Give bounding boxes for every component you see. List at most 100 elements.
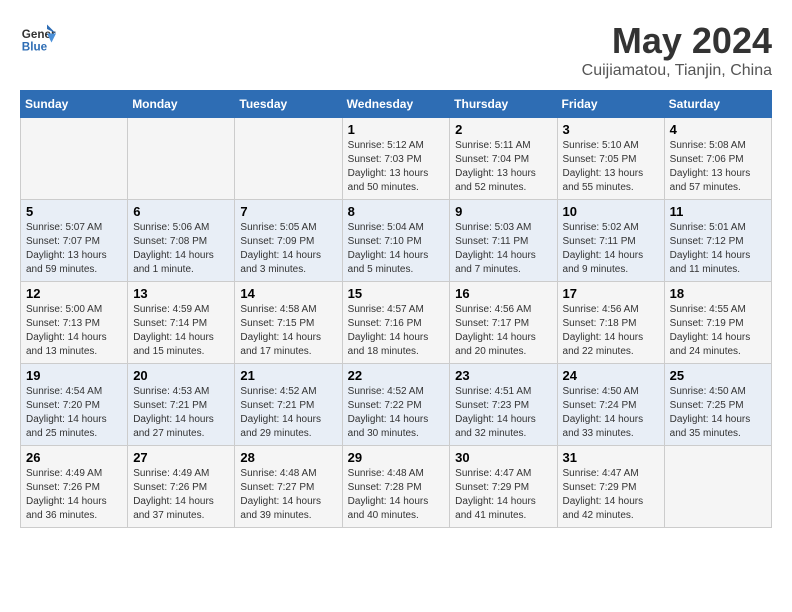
day-number: 30 xyxy=(455,450,551,465)
calendar-cell: 21 Sunrise: 4:52 AM Sunset: 7:21 PM Dayli… xyxy=(235,364,342,446)
calendar-cell: 28 Sunrise: 4:48 AM Sunset: 7:27 PM Dayli… xyxy=(235,446,342,528)
day-info: Sunrise: 4:49 AM Sunset: 7:26 PM Dayligh… xyxy=(133,467,229,523)
calendar-cell: 23 Sunrise: 4:51 AM Sunset: 7:23 PM Dayli… xyxy=(450,364,557,446)
calendar-cell: 24 Sunrise: 4:50 AM Sunset: 7:24 PM Dayli… xyxy=(557,364,664,446)
day-info: Sunrise: 4:47 AM Sunset: 7:29 PM Dayligh… xyxy=(455,467,551,523)
day-number: 2 xyxy=(455,122,551,137)
day-number: 13 xyxy=(133,286,229,301)
day-info: Sunrise: 4:58 AM Sunset: 7:15 PM Dayligh… xyxy=(240,303,336,359)
calendar-cell: 15Sunrise: 4:57 AM Sunset: 7:16 PM Dayli… xyxy=(342,282,450,364)
day-number: 20 xyxy=(133,368,229,383)
weekday-header-tuesday: Tuesday xyxy=(235,91,342,118)
weekday-header-sunday: Sunday xyxy=(21,91,128,118)
day-info: Sunrise: 5:12 AM Sunset: 7:03 PM Dayligh… xyxy=(348,139,445,195)
calendar-cell xyxy=(128,118,235,200)
calendar-cell: 22 Sunrise: 4:52 AM Sunset: 7:22 PM Dayli… xyxy=(342,364,450,446)
calendar-cell xyxy=(664,446,771,528)
day-info: Sunrise: 5:10 AM Sunset: 7:05 PM Dayligh… xyxy=(563,139,659,195)
svg-text:Blue: Blue xyxy=(22,41,48,54)
day-info: Sunrise: 5:03 AM Sunset: 7:11 PM Dayligh… xyxy=(455,221,551,277)
week-row-3: 12 Sunrise: 5:00 AM Sunset: 7:13 PM Dayli… xyxy=(21,282,772,364)
day-info: Sunrise: 4:52 AM Sunset: 7:22 PM Dayligh… xyxy=(348,385,445,441)
week-row-4: 19Sunrise: 4:54 AM Sunset: 7:20 PM Dayli… xyxy=(21,364,772,446)
day-number: 21 xyxy=(240,368,336,383)
day-number: 11 xyxy=(670,204,766,219)
day-number: 15 xyxy=(348,286,445,301)
calendar-cell: 13 Sunrise: 4:59 AM Sunset: 7:14 PM Dayli… xyxy=(128,282,235,364)
day-info: Sunrise: 5:08 AM Sunset: 7:06 PM Dayligh… xyxy=(670,139,766,195)
day-number: 14 xyxy=(240,286,336,301)
calendar-cell: 17Sunrise: 4:56 AM Sunset: 7:18 PM Dayli… xyxy=(557,282,664,364)
day-number: 16 xyxy=(455,286,551,301)
day-number: 9 xyxy=(455,204,551,219)
calendar-cell: 3Sunrise: 5:10 AM Sunset: 7:05 PM Daylig… xyxy=(557,118,664,200)
calendar-cell: 26 Sunrise: 4:49 AM Sunset: 7:26 PM Dayli… xyxy=(21,446,128,528)
calendar-table: SundayMondayTuesdayWednesdayThursdayFrid… xyxy=(20,90,772,528)
day-info: Sunrise: 4:54 AM Sunset: 7:20 PM Dayligh… xyxy=(26,385,122,441)
day-number: 12 xyxy=(26,286,122,301)
logo-icon: General Blue xyxy=(20,20,56,56)
day-info: Sunrise: 4:59 AM Sunset: 7:14 PM Dayligh… xyxy=(133,303,229,359)
day-info: Sunrise: 4:48 AM Sunset: 7:28 PM Dayligh… xyxy=(348,467,445,523)
calendar-cell: 29 Sunrise: 4:48 AM Sunset: 7:28 PM Dayli… xyxy=(342,446,450,528)
calendar-cell: 30 Sunrise: 4:47 AM Sunset: 7:29 PM Dayli… xyxy=(450,446,557,528)
day-number: 26 xyxy=(26,450,122,465)
day-info: Sunrise: 5:07 AM Sunset: 7:07 PM Dayligh… xyxy=(26,221,122,277)
day-info: Sunrise: 4:48 AM Sunset: 7:27 PM Dayligh… xyxy=(240,467,336,523)
day-number: 24 xyxy=(563,368,659,383)
day-number: 6 xyxy=(133,204,229,219)
calendar-title: May 2024 xyxy=(582,20,772,62)
calendar-cell xyxy=(21,118,128,200)
day-info: Sunrise: 5:00 AM Sunset: 7:13 PM Dayligh… xyxy=(26,303,122,359)
day-number: 23 xyxy=(455,368,551,383)
calendar-cell: 25 Sunrise: 4:50 AM Sunset: 7:25 PM Dayli… xyxy=(664,364,771,446)
day-number: 10 xyxy=(563,204,659,219)
day-info: Sunrise: 5:04 AM Sunset: 7:10 PM Dayligh… xyxy=(348,221,445,277)
calendar-cell xyxy=(235,118,342,200)
day-info: Sunrise: 4:56 AM Sunset: 7:17 PM Dayligh… xyxy=(455,303,551,359)
day-number: 27 xyxy=(133,450,229,465)
weekday-header-friday: Friday xyxy=(557,91,664,118)
day-info: Sunrise: 4:51 AM Sunset: 7:23 PM Dayligh… xyxy=(455,385,551,441)
calendar-subtitle: Cuijiamatou, Tianjin, China xyxy=(582,62,772,80)
calendar-cell: 1Sunrise: 5:12 AM Sunset: 7:03 PM Daylig… xyxy=(342,118,450,200)
weekday-header-saturday: Saturday xyxy=(664,91,771,118)
calendar-cell: 12 Sunrise: 5:00 AM Sunset: 7:13 PM Dayli… xyxy=(21,282,128,364)
day-number: 17 xyxy=(563,286,659,301)
calendar-cell: 11 Sunrise: 5:01 AM Sunset: 7:12 PM Dayli… xyxy=(664,200,771,282)
calendar-cell: 6 Sunrise: 5:06 AM Sunset: 7:08 PM Daylig… xyxy=(128,200,235,282)
day-number: 31 xyxy=(563,450,659,465)
calendar-cell: 7Sunrise: 5:05 AM Sunset: 7:09 PM Daylig… xyxy=(235,200,342,282)
week-row-1: 1Sunrise: 5:12 AM Sunset: 7:03 PM Daylig… xyxy=(21,118,772,200)
day-number: 8 xyxy=(348,204,445,219)
day-info: Sunrise: 5:01 AM Sunset: 7:12 PM Dayligh… xyxy=(670,221,766,277)
calendar-cell: 27 Sunrise: 4:49 AM Sunset: 7:26 PM Dayli… xyxy=(128,446,235,528)
day-number: 22 xyxy=(348,368,445,383)
day-number: 7 xyxy=(240,204,336,219)
day-info: Sunrise: 4:47 AM Sunset: 7:29 PM Dayligh… xyxy=(563,467,659,523)
week-row-5: 26 Sunrise: 4:49 AM Sunset: 7:26 PM Dayli… xyxy=(21,446,772,528)
weekday-header-row: SundayMondayTuesdayWednesdayThursdayFrid… xyxy=(21,91,772,118)
day-info: Sunrise: 5:11 AM Sunset: 7:04 PM Dayligh… xyxy=(455,139,551,195)
day-number: 28 xyxy=(240,450,336,465)
day-info: Sunrise: 4:52 AM Sunset: 7:21 PM Dayligh… xyxy=(240,385,336,441)
day-info: Sunrise: 4:50 AM Sunset: 7:24 PM Dayligh… xyxy=(563,385,659,441)
day-info: Sunrise: 5:02 AM Sunset: 7:11 PM Dayligh… xyxy=(563,221,659,277)
logo: General Blue xyxy=(20,20,60,56)
calendar-cell: 5Sunrise: 5:07 AM Sunset: 7:07 PM Daylig… xyxy=(21,200,128,282)
day-number: 29 xyxy=(348,450,445,465)
calendar-cell: 31 Sunrise: 4:47 AM Sunset: 7:29 PM Dayli… xyxy=(557,446,664,528)
weekday-header-wednesday: Wednesday xyxy=(342,91,450,118)
day-info: Sunrise: 4:49 AM Sunset: 7:26 PM Dayligh… xyxy=(26,467,122,523)
day-info: Sunrise: 5:06 AM Sunset: 7:08 PM Dayligh… xyxy=(133,221,229,277)
day-number: 25 xyxy=(670,368,766,383)
calendar-cell: 18Sunrise: 4:55 AM Sunset: 7:19 PM Dayli… xyxy=(664,282,771,364)
day-info: Sunrise: 4:50 AM Sunset: 7:25 PM Dayligh… xyxy=(670,385,766,441)
calendar-cell: 14 Sunrise: 4:58 AM Sunset: 7:15 PM Dayli… xyxy=(235,282,342,364)
calendar-cell: 4 Sunrise: 5:08 AM Sunset: 7:06 PM Daylig… xyxy=(664,118,771,200)
calendar-cell: 19Sunrise: 4:54 AM Sunset: 7:20 PM Dayli… xyxy=(21,364,128,446)
day-number: 4 xyxy=(670,122,766,137)
weekday-header-thursday: Thursday xyxy=(450,91,557,118)
calendar-cell: 9 Sunrise: 5:03 AM Sunset: 7:11 PM Daylig… xyxy=(450,200,557,282)
page-header: General Blue May 2024 Cuijiamatou, Tianj… xyxy=(20,20,772,80)
